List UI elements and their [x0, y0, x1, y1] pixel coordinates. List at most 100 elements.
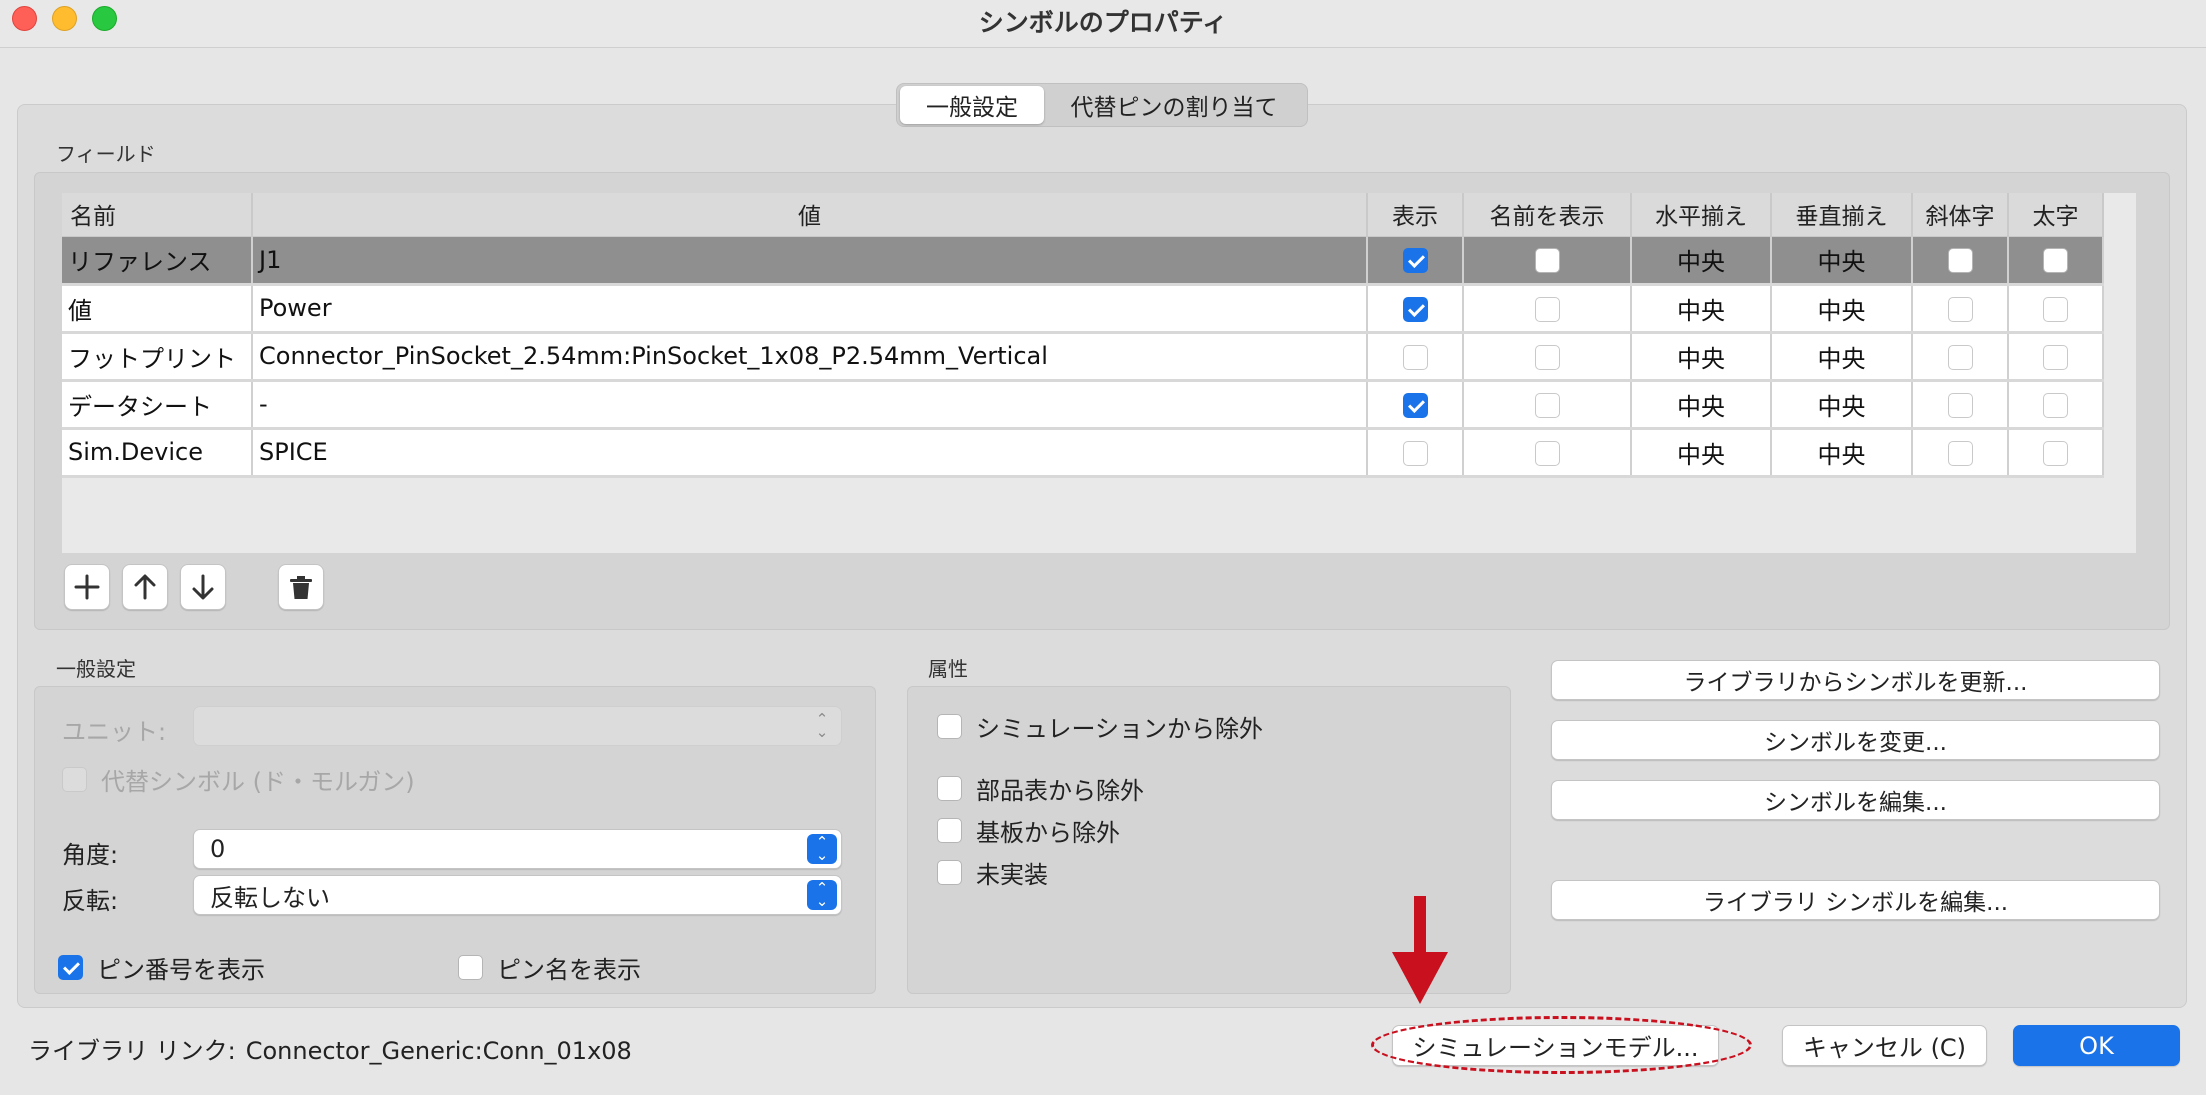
title-bar: シンボルのプロパティ [0, 0, 2206, 48]
exclude-sim-row: シミュレーションから除外 [937, 709, 1263, 744]
column-header-v-align[interactable]: 垂直揃え [1771, 193, 1913, 237]
show-name-checkbox[interactable] [1534, 248, 1560, 273]
italic-checkbox[interactable] [1947, 392, 1973, 418]
show-name-checkbox[interactable] [1534, 296, 1560, 322]
alt-symbol-checkbox[interactable] [62, 767, 87, 792]
background-strip [0, 1078, 2206, 1095]
angle-label: 角度: [62, 841, 119, 869]
angle-value: 0 [210, 835, 226, 863]
show-checkbox[interactable] [1402, 344, 1428, 370]
italic-cell [1912, 236, 2009, 286]
mirror-select[interactable]: 反転しない ⌃ ⌄ [193, 875, 842, 915]
fields-section-label: フィールド [56, 142, 156, 166]
library-link-label: ライブラリ リンク: [28, 1037, 236, 1065]
cancel-button[interactable]: キャンセル (C) [1782, 1025, 1987, 1066]
show-name-cell [1463, 236, 1632, 286]
fields-grid: 名前 値 表示 名前を表示 水平揃え 垂直揃え 斜体字 太字 リファレンス J1 中… [62, 193, 2136, 553]
field-value-cell[interactable]: - [252, 380, 1368, 430]
bold-checkbox[interactable] [2043, 344, 2068, 370]
table-row[interactable]: Sim.Device SPICE 中央 中央 [62, 428, 2104, 478]
show-checkbox[interactable] [1402, 440, 1428, 466]
field-name-cell[interactable]: フットプリント [62, 332, 253, 382]
unit-stepper-icon: ⌃ ⌄ [815, 710, 829, 741]
v-align-cell[interactable]: 中央 [1771, 380, 1913, 430]
edit-symbol-button[interactable]: シンボルを編集... [1551, 780, 2160, 820]
show-cell [1367, 236, 1464, 286]
column-header-name[interactable]: 名前 [62, 193, 253, 237]
column-header-italic[interactable]: 斜体字 [1912, 193, 2009, 237]
field-value-cell[interactable]: J1 [252, 236, 1368, 286]
italic-checkbox[interactable] [1947, 344, 1973, 370]
fields-table: 名前 値 表示 名前を表示 水平揃え 垂直揃え 斜体字 太字 リファレンス J1 中… [62, 193, 2104, 478]
add-icon [74, 574, 100, 600]
h-align-cell[interactable]: 中央 [1631, 236, 1772, 286]
dnp-label: 未実装 [976, 861, 1048, 889]
italic-cell [1912, 332, 2009, 382]
column-header-show[interactable]: 表示 [1367, 193, 1464, 237]
field-name-cell[interactable]: Sim.Device [62, 428, 253, 478]
table-row[interactable]: フットプリント Connector_PinSocket_2.54mm:PinSoc… [62, 332, 2104, 382]
exclude-board-checkbox[interactable] [937, 818, 962, 843]
table-row[interactable]: リファレンス J1 中央 中央 [62, 236, 2104, 286]
italic-cell [1912, 284, 2009, 334]
field-name-cell[interactable]: データシート [62, 380, 253, 430]
show-checkbox[interactable] [1402, 392, 1428, 418]
italic-checkbox[interactable] [1947, 248, 1973, 273]
angle-select[interactable]: 0 ⌃ ⌄ [193, 829, 842, 869]
unit-select[interactable]: ⌃ ⌄ [193, 706, 842, 746]
show-pin-numbers-checkbox[interactable] [58, 955, 83, 980]
bold-checkbox[interactable] [2043, 392, 2068, 418]
italic-checkbox[interactable] [1947, 440, 1973, 466]
field-name-cell[interactable]: リファレンス [62, 236, 253, 286]
italic-checkbox[interactable] [1947, 296, 1973, 322]
show-pin-names-checkbox[interactable] [458, 955, 483, 980]
edit-library-symbol-button[interactable]: ライブラリ シンボルを編集... [1551, 880, 2160, 920]
field-value-cell[interactable]: Connector_PinSocket_2.54mm:PinSocket_1x0… [252, 332, 1368, 382]
show-name-checkbox[interactable] [1534, 440, 1560, 466]
library-link-value: Connector_Generic:Conn_01x08 [245, 1037, 632, 1065]
tab-bar: 一般設定 代替ピンの割り当て [896, 83, 1308, 127]
tab-general[interactable]: 一般設定 [900, 86, 1044, 124]
v-align-cell[interactable]: 中央 [1771, 236, 1913, 286]
dnp-checkbox[interactable] [937, 860, 962, 885]
show-checkbox[interactable] [1402, 248, 1428, 273]
field-value-cell[interactable]: SPICE [252, 428, 1368, 478]
column-header-value[interactable]: 値 [252, 193, 1368, 237]
h-align-cell[interactable]: 中央 [1631, 284, 1772, 334]
bold-checkbox[interactable] [2043, 248, 2068, 273]
dnp-row: 未実装 [937, 855, 1048, 890]
general-section-label: 一般設定 [56, 657, 136, 681]
table-row[interactable]: 値 Power 中央 中央 [62, 284, 2104, 334]
v-align-cell[interactable]: 中央 [1771, 284, 1913, 334]
move-up-icon [134, 574, 156, 600]
exclude-board-label: 基板から除外 [976, 819, 1120, 847]
update-from-library-button[interactable]: ライブラリからシンボルを更新... [1551, 660, 2160, 700]
bold-checkbox[interactable] [2043, 296, 2068, 322]
bold-checkbox[interactable] [2043, 440, 2068, 466]
unit-label: ユニット: [62, 718, 167, 746]
column-header-bold[interactable]: 太字 [2008, 193, 2104, 237]
field-name-cell[interactable]: 値 [62, 284, 253, 334]
move-down-button[interactable] [180, 564, 226, 610]
show-name-checkbox[interactable] [1534, 344, 1560, 370]
show-pin-names-label: ピン名を表示 [497, 956, 641, 984]
delete-field-button[interactable] [278, 564, 324, 610]
h-align-cell[interactable]: 中央 [1631, 428, 1772, 478]
show-name-checkbox[interactable] [1534, 392, 1560, 418]
exclude-bom-checkbox[interactable] [937, 776, 962, 801]
tab-alternate-pins[interactable]: 代替ピンの割り当て [1044, 86, 1304, 124]
column-header-h-align[interactable]: 水平揃え [1631, 193, 1772, 237]
h-align-cell[interactable]: 中央 [1631, 332, 1772, 382]
add-field-button[interactable] [64, 564, 110, 610]
table-row[interactable]: データシート - 中央 中央 [62, 380, 2104, 430]
v-align-cell[interactable]: 中央 [1771, 332, 1913, 382]
change-symbol-button[interactable]: シンボルを変更... [1551, 720, 2160, 760]
h-align-cell[interactable]: 中央 [1631, 380, 1772, 430]
column-header-show-name[interactable]: 名前を表示 [1463, 193, 1632, 237]
v-align-cell[interactable]: 中央 [1771, 428, 1913, 478]
ok-button[interactable]: OK [2013, 1025, 2180, 1066]
field-value-cell[interactable]: Power [252, 284, 1368, 334]
move-up-button[interactable] [122, 564, 168, 610]
exclude-sim-checkbox[interactable] [937, 714, 962, 739]
show-checkbox[interactable] [1402, 296, 1428, 322]
